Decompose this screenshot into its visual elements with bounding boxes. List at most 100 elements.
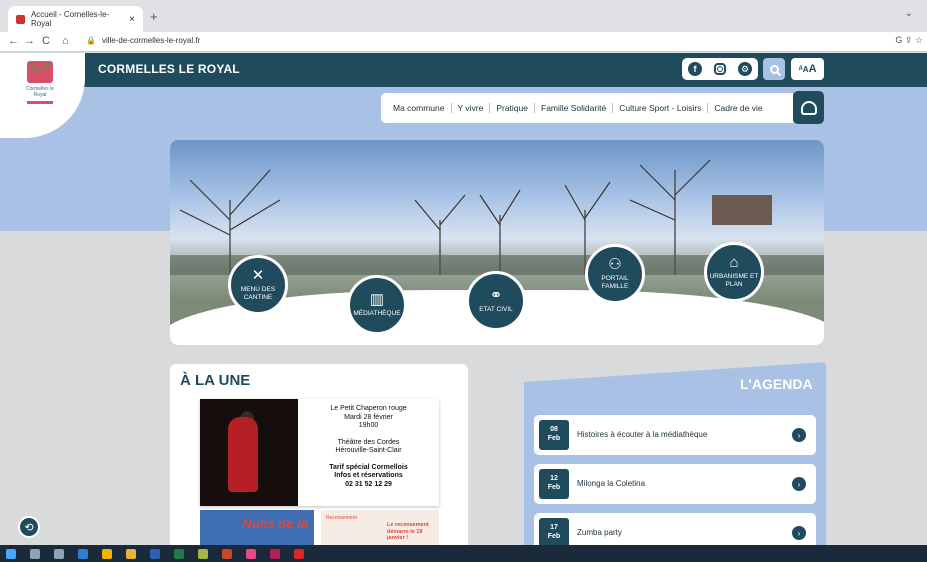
url-field[interactable]: 🔒 ville-de-cormelles-le-royal.fr — [86, 36, 200, 45]
agenda-event[interactable]: 08 Feb Histoires à écouter à la médiathè… — [534, 415, 816, 455]
taskview-icon[interactable] — [54, 548, 64, 559]
browser-tab[interactable]: Accueil - Cornelles-le-Royal × — [8, 6, 143, 32]
news-card-photo — [200, 399, 298, 506]
card-line-7: Infos et réservations — [334, 472, 403, 479]
accessibility-icon[interactable]: ⟲ — [18, 516, 40, 538]
window-control-icon[interactable]: ⌄ — [905, 8, 913, 19]
site-logo[interactable]: Cormelles le Royal — [22, 61, 58, 104]
event-day: 17 — [550, 524, 558, 531]
chevron-right-icon[interactable]: › — [792, 428, 806, 442]
house-icon — [800, 100, 817, 115]
event-month: Feb — [547, 533, 561, 540]
house-in-photo — [712, 195, 772, 225]
address-bar-row: ← → C ⌂ 🔒 ville-de-cormelles-le-royal.fr … — [0, 32, 927, 52]
agenda-event[interactable]: 17 Feb Zumba party › — [534, 513, 816, 545]
shortcut-label: PORTAIL FAMILLE — [601, 275, 629, 290]
building-icon: ⌂ — [729, 254, 739, 271]
acrobat-icon[interactable] — [294, 548, 304, 559]
powerpoint-icon[interactable] — [222, 548, 232, 559]
news-card-recensement[interactable]: Recensement Le recensement démarre le 19… — [321, 510, 439, 545]
main-menu: Ma commune Y vivre Pratique Famille Soli… — [381, 93, 793, 123]
card-line-1: Le Petit Chaperon rouge — [330, 405, 407, 412]
card-line-5: Hérouville-Saint-Clair — [335, 447, 402, 454]
menu-item-pratique[interactable]: Pratique — [490, 103, 535, 113]
font-size-large: A — [808, 63, 817, 75]
cutlery-icon: ✕ — [251, 267, 265, 284]
shortcut-urbanisme[interactable]: ⌂ URBANISME ET PLAN — [704, 242, 764, 302]
shortcut-mediatheque[interactable]: ▥ MÉDIATHÈQUE — [347, 275, 407, 335]
menu-item-ma-commune[interactable]: Ma commune — [387, 103, 452, 113]
shortcut-label: URBANISME ET PLAN — [709, 273, 759, 288]
news-section: À LA UNE Le Petit Chaperon rouge Mardi 2… — [170, 364, 468, 545]
start-icon[interactable] — [6, 548, 16, 559]
family-icon: ⚇ — [608, 256, 622, 273]
shortcut-portail-famille[interactable]: ⚇ PORTAIL FAMILLE — [585, 244, 645, 304]
url-text: ville-de-cormelles-le-royal.fr — [101, 36, 201, 45]
outlook-icon[interactable] — [78, 548, 88, 559]
search-button[interactable] — [763, 58, 785, 80]
forward-icon[interactable]: → — [24, 35, 35, 47]
address-bar-icons[interactable]: G ⇪ ☆ — [895, 35, 923, 46]
tab-close-icon[interactable]: × — [129, 14, 135, 25]
facebook-icon[interactable]: f — [688, 62, 702, 76]
menu-item-culture-sport-loisirs[interactable]: Culture Sport - Loisirs — [613, 103, 709, 113]
shortcut-label: MÉDIATHÈQUE — [353, 310, 401, 317]
logo-text: Cormelles le Royal — [26, 86, 54, 98]
hero-banner: ✕ MENU DES CANTINE ▥ MÉDIATHÈQUE ⚭ ETAT … — [170, 140, 824, 345]
shortcut-label: MENU DES CANTINE — [240, 286, 276, 301]
lock-icon: 🔒 — [86, 36, 96, 45]
news-card-nuits[interactable]: Nuits de la — [200, 510, 314, 545]
app-icon[interactable] — [198, 548, 208, 559]
home-button[interactable] — [793, 91, 824, 124]
news-card-recensement-text: Le recensement démarre le 19 janvier ! — [387, 522, 429, 541]
card-line-4: Théâtre des Cordes — [337, 438, 400, 446]
chevron-right-icon[interactable]: › — [792, 526, 806, 540]
chevron-right-icon[interactable]: › — [792, 477, 806, 491]
recensement-logo: Recensement — [326, 515, 357, 521]
logo-bar — [27, 101, 53, 104]
excel-icon[interactable] — [174, 548, 184, 559]
reload-icon[interactable]: C — [42, 35, 50, 47]
card-line-2: Mardi 28 février — [344, 413, 393, 421]
new-tab-button[interactable]: + — [150, 9, 158, 24]
settings-icon[interactable]: ⚙ — [738, 62, 752, 76]
event-date-badge: 12 Feb — [539, 469, 569, 499]
event-month: Feb — [547, 435, 561, 442]
event-name: Zumba party — [577, 528, 622, 537]
event-date-badge: 17 Feb — [539, 518, 569, 545]
rings-icon: ⚭ — [489, 287, 503, 304]
home-icon[interactable]: ⌂ — [62, 35, 69, 47]
menu-item-famille-solidarite[interactable]: Famille Solidarité — [535, 103, 614, 113]
menu-item-y-vivre[interactable]: Y vivre — [452, 103, 491, 113]
shortcut-etat-civil[interactable]: ⚭ ETAT CIVIL — [466, 271, 526, 331]
chrome-icon[interactable] — [102, 548, 112, 559]
shortcut-label: ETAT CIVIL — [479, 306, 513, 313]
card-line-6: Tarif spécial Cormellois — [329, 463, 408, 471]
os-taskbar — [0, 545, 927, 562]
browser-tab-bar: Accueil - Cornelles-le-Royal × + ⌄ — [0, 0, 927, 32]
card-line-8: 02 31 52 12 29 — [345, 480, 392, 488]
menu-item-cadre-de-vie[interactable]: Cadre de vie — [708, 103, 768, 113]
site-title[interactable]: CORMELLES LE ROYAL — [98, 62, 240, 76]
news-card-chaperon[interactable]: Le Petit Chaperon rouge Mardi 28 février… — [200, 399, 439, 506]
indesign-icon[interactable] — [270, 548, 280, 559]
card-line-3: 19h00 — [358, 422, 379, 429]
tab-title: Accueil - Cornelles-le-Royal — [30, 10, 110, 28]
photos-icon[interactable] — [246, 548, 256, 559]
shortcut-menu-cantine[interactable]: ✕ MENU DES CANTINE — [228, 255, 288, 315]
news-card-nuits-text: Nuits de la — [242, 516, 308, 531]
search-taskbar-icon[interactable] — [30, 548, 40, 559]
font-size-button[interactable]: AAA — [791, 58, 824, 80]
favicon-icon — [16, 14, 25, 24]
agenda-heading: L'AGENDA — [740, 376, 813, 392]
agenda-event[interactable]: 12 Feb Milonga la Coletina › — [534, 464, 816, 504]
event-name: Histoires à écouter à la médiathèque — [577, 430, 708, 439]
social-links: f ⚙ — [682, 58, 758, 80]
word-icon[interactable] — [150, 548, 160, 559]
explorer-icon[interactable] — [126, 548, 136, 559]
news-heading: À LA UNE — [180, 372, 251, 389]
search-icon — [769, 64, 779, 74]
books-icon: ▥ — [369, 291, 385, 308]
instagram-icon[interactable] — [714, 63, 726, 75]
back-icon[interactable]: ← — [8, 35, 19, 47]
